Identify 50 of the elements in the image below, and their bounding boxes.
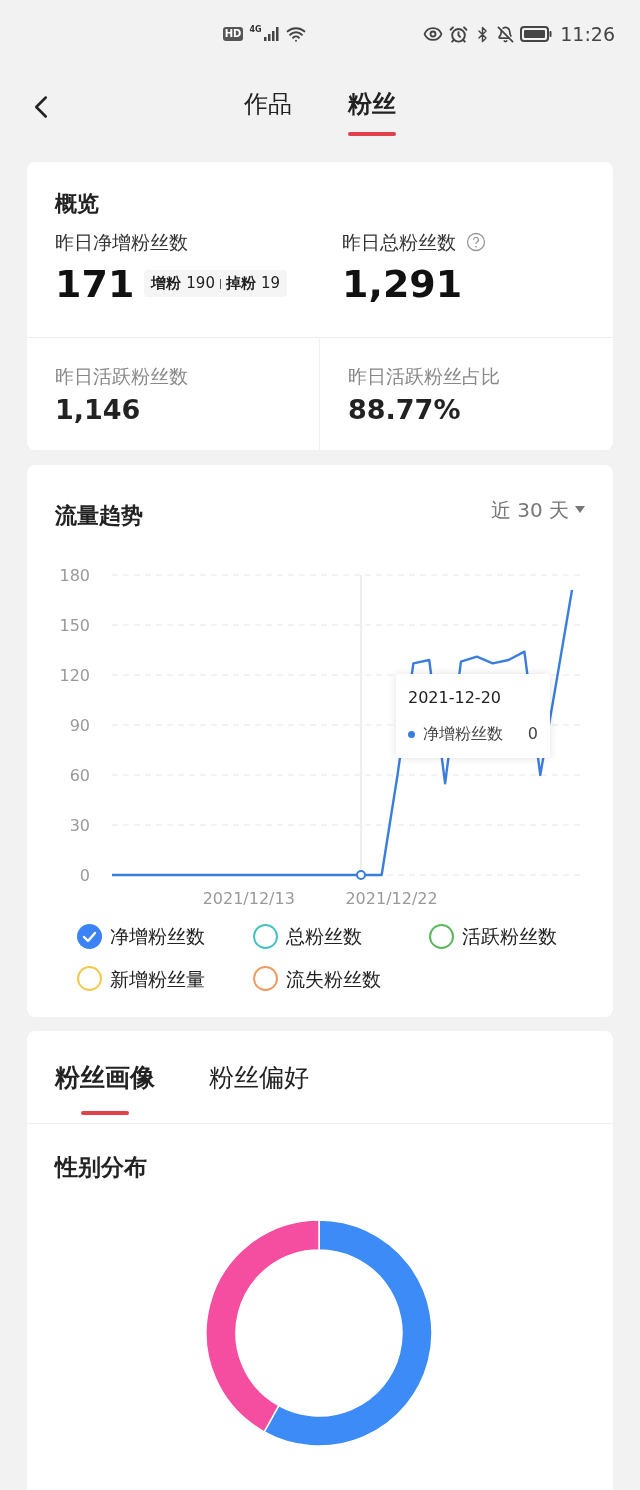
tab-indicator <box>348 132 396 136</box>
metric-value: 1,146 <box>55 393 142 427</box>
hover-point <box>356 870 366 880</box>
y-tick-label: 120 <box>59 666 90 685</box>
battery-icon <box>520 26 553 42</box>
loss-value: 19 <box>260 273 281 295</box>
legend-item[interactable]: 活跃粉丝数 <box>429 922 613 951</box>
legend-item[interactable]: 净增粉丝数 <box>77 922 253 951</box>
metric-label: 昨日净增粉丝数 <box>55 230 188 255</box>
gain-label: 增粉 <box>151 273 182 295</box>
y-tick-label: 150 <box>59 616 90 635</box>
gain-value: 190 <box>186 273 215 295</box>
caret-icon <box>575 506 585 513</box>
card-title: 流量趋势 <box>55 502 143 530</box>
portrait-tab[interactable]: 粉丝画像 <box>55 1059 155 1123</box>
portrait-tab[interactable]: 粉丝偏好 <box>209 1059 309 1123</box>
y-tick-label: 30 <box>69 816 90 835</box>
signal-icon <box>263 27 280 41</box>
alarm-icon <box>449 24 469 44</box>
x-tick-label: 2021/12/13 <box>202 889 295 908</box>
x-tick-label: 2021/12/22 <box>345 889 438 908</box>
metric-value: 1,291 <box>342 260 463 307</box>
wifi-icon <box>285 24 306 44</box>
y-tick-label: 180 <box>59 566 90 585</box>
bell-off-icon <box>497 25 515 43</box>
metric-value: 171 <box>55 260 135 307</box>
metric-label: 昨日活跃粉丝数 <box>55 363 189 389</box>
y-tick-label: 0 <box>79 866 90 885</box>
hd-badge: HD <box>222 27 244 41</box>
metric-label: 昨日活跃粉丝占比 <box>348 363 501 389</box>
y-tick-label: 90 <box>69 716 90 735</box>
tab-indicator <box>81 1110 129 1115</box>
card-title: 概览 <box>55 190 100 218</box>
loss-label: 掉粉 <box>225 273 256 295</box>
legend-item[interactable]: 流失粉丝数 <box>253 964 429 993</box>
legend-item[interactable]: 新增粉丝量 <box>77 964 253 993</box>
metric-label: 昨日总粉丝数 <box>342 230 456 255</box>
header-tab[interactable]: 粉丝 <box>348 86 396 136</box>
header-tab[interactable]: 作品 <box>244 86 292 136</box>
tooltip-value: 0 <box>527 723 538 745</box>
legend-item[interactable]: 总粉丝数 <box>253 922 429 951</box>
clock-time: 11:26 <box>560 21 615 47</box>
y-tick-label: 60 <box>69 766 90 785</box>
range-dropdown[interactable]: 近 30 天 <box>490 494 585 525</box>
section-title: 性别分布 <box>53 1152 148 1182</box>
metric-value: 88.77% <box>348 393 462 427</box>
network-type: 4G <box>249 26 262 34</box>
eye-icon <box>423 24 444 44</box>
tooltip-series: 净增粉丝数 <box>423 723 503 745</box>
tooltip-date: 2021-12-20 <box>408 687 502 709</box>
